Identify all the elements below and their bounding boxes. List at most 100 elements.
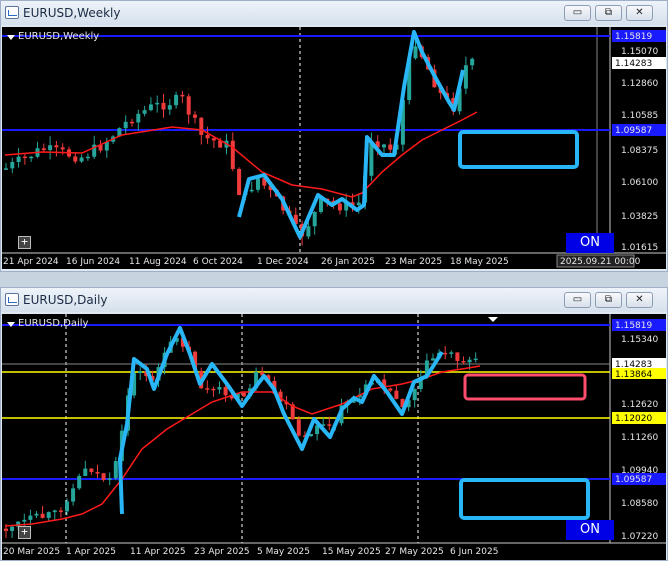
candle-body — [217, 387, 222, 390]
price-tick: 1.15070 — [621, 47, 658, 57]
candle-body — [16, 156, 21, 162]
chart-menu-arrow-icon[interactable] — [7, 35, 15, 40]
price-tick: 1.08375 — [621, 146, 658, 156]
daily-titlebar[interactable]: EURUSD,Daily ▭ ⧉ ✕ — [1, 288, 667, 312]
candle-body — [22, 156, 27, 159]
candle-body — [443, 352, 448, 355]
date-tick: 1 Dec 2024 — [257, 257, 309, 267]
candle-body — [306, 226, 311, 237]
candle-body — [337, 203, 342, 211]
price-tick: 1.07220 — [621, 532, 658, 542]
candle-body — [237, 168, 242, 195]
daily-add-plus-icon[interactable]: + — [18, 526, 31, 539]
candle-body — [327, 424, 332, 426]
price-tick: 1.15340 — [621, 335, 658, 345]
date-tick: 21 Apr 2024 — [3, 257, 59, 267]
candle-body — [180, 94, 185, 97]
minimize-button[interactable]: ▭ — [564, 5, 591, 21]
candle-body — [107, 478, 112, 480]
candle-body — [58, 510, 63, 512]
daily-on-button[interactable]: ON — [566, 520, 614, 540]
daily-pink-zone-rect[interactable] — [463, 373, 587, 401]
candle-body — [10, 161, 15, 169]
candle-body — [382, 144, 386, 148]
candle-body — [136, 113, 141, 123]
close-button[interactable]: ✕ — [626, 292, 653, 308]
weekly-titlebar[interactable]: EURUSD,Weekly ▭ ⧉ ✕ — [1, 1, 667, 25]
candle-body — [29, 156, 34, 159]
chart-menu-arrow-icon[interactable] — [7, 322, 15, 327]
candle-body — [256, 178, 260, 190]
candle-body — [199, 117, 204, 135]
candle-body — [230, 140, 235, 169]
weekly-mid-line-label: 1.09587 — [615, 126, 652, 136]
candle-body — [28, 515, 33, 520]
date-tick: 23 Mar 2025 — [385, 257, 442, 267]
price-tick: 1.12620 — [621, 400, 658, 410]
daily-zigzag-line — [118, 326, 444, 515]
weekly-zone-rect[interactable] — [458, 130, 579, 169]
candle-body — [388, 388, 393, 391]
candle-body — [312, 211, 317, 227]
date-tick: 20 Mar 2025 — [3, 547, 60, 557]
weekly-time-axis: 21 Apr 2024 16 Jun 2024 11 Aug 2024 6 Oc… — [3, 257, 509, 267]
restore-button[interactable]: ⧉ — [595, 5, 622, 21]
date-tick: 5 May 2025 — [257, 547, 310, 557]
date-tick: 1 Apr 2025 — [66, 547, 116, 557]
candle-body — [167, 105, 172, 110]
close-button[interactable]: ✕ — [626, 5, 653, 21]
date-tick: 26 Jan 2025 — [321, 257, 375, 267]
candle-body — [394, 390, 399, 399]
weekly-window-title: EURUSD,Weekly — [23, 6, 121, 20]
weekly-chart-area[interactable]: 1.15070 1.12860 1.10585 1.08375 1.06100 … — [2, 27, 666, 269]
candle-body — [52, 510, 57, 513]
candle-body — [193, 114, 197, 118]
candle-body — [211, 388, 216, 391]
daily-time-axis: 20 Mar 2025 1 Apr 2025 11 Apr 2025 23 Ap… — [3, 547, 498, 557]
price-tick: 1.10585 — [621, 111, 658, 121]
candle-body — [85, 156, 90, 159]
weekly-top-line-label: 1.15819 — [615, 32, 652, 42]
weekly-add-plus-icon[interactable]: + — [18, 236, 31, 249]
candle-body — [113, 461, 118, 479]
candle-body — [65, 501, 69, 512]
date-tick: 11 Apr 2025 — [130, 547, 186, 557]
chart-window-icon — [5, 6, 19, 19]
daily-blue-zone-rect[interactable] — [459, 478, 590, 520]
candle-body — [10, 526, 15, 531]
candle-body — [413, 46, 418, 59]
daily-chart-area[interactable]: 1.15340 1.12620 1.11260 1.09940 1.08580 … — [2, 314, 666, 560]
date-tick: 27 May 2025 — [385, 547, 444, 557]
candle-body — [161, 102, 166, 110]
candle-body — [148, 104, 153, 111]
candle-body — [186, 96, 191, 115]
candle-body — [155, 102, 160, 105]
candle-body — [95, 472, 100, 474]
weekly-crosshair-time-label: 2025.09.21 00:00 — [560, 257, 641, 267]
candle-body — [241, 392, 246, 397]
date-tick: 6 Oct 2024 — [193, 257, 243, 267]
date-tick: 23 Apr 2025 — [194, 547, 250, 557]
candle-body — [205, 134, 210, 139]
candle-body — [461, 360, 466, 363]
chart-window-icon — [5, 293, 19, 306]
candle-body — [101, 473, 106, 480]
candle-body — [60, 147, 65, 150]
daily-top-line-label: 1.15819 — [615, 321, 652, 331]
candle-body — [431, 358, 435, 361]
price-tick: 1.11260 — [621, 433, 658, 443]
minimize-button[interactable]: ▭ — [564, 292, 591, 308]
candle-body — [223, 387, 228, 396]
restore-button[interactable]: ⧉ — [595, 292, 622, 308]
candle-body — [40, 513, 45, 518]
candle-body — [4, 168, 8, 170]
weekly-on-button[interactable]: ON — [566, 233, 614, 253]
candle-body — [356, 202, 361, 206]
date-tick: 6 Jun 2025 — [450, 547, 498, 557]
candle-body — [412, 389, 417, 401]
daily-yellow-label-2: 1.12020 — [615, 414, 652, 424]
weekly-chart-window: EURUSD,Weekly ▭ ⧉ ✕ 1.15070 1.12860 1.10… — [0, 0, 668, 272]
candle-body — [130, 121, 134, 124]
candle-body — [4, 528, 8, 531]
candle-body — [388, 144, 393, 150]
